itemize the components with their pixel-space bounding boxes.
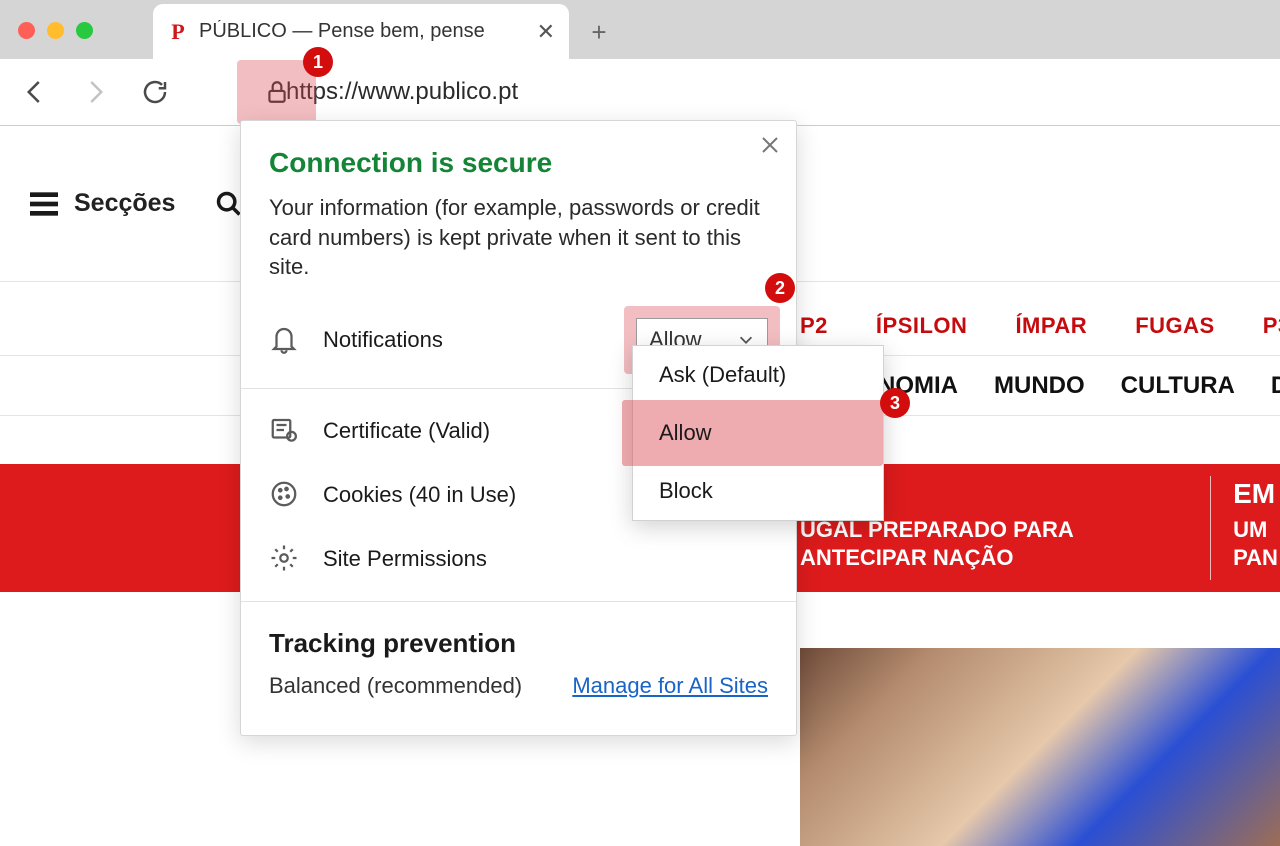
nav2-item[interactable]: CULTURA [1121, 372, 1235, 400]
dropdown-item-allow[interactable]: Allow [633, 404, 883, 462]
forward-button[interactable] [78, 75, 112, 109]
close-tab-button[interactable]: ✕ [537, 19, 555, 45]
close-icon [760, 135, 780, 155]
nav2-item[interactable]: D [1271, 372, 1280, 400]
nav1-item[interactable]: P2 [800, 313, 828, 339]
tracking-mode-label: Balanced (recommended) [269, 673, 522, 699]
callout-badge-1: 1 [303, 47, 333, 77]
gear-icon [269, 543, 301, 575]
address-bar[interactable]: https://www.publico.pt [198, 78, 1262, 106]
minimize-window-button[interactable] [47, 22, 64, 39]
lock-icon [264, 79, 290, 105]
nav2-item[interactable]: MUNDO [994, 372, 1085, 400]
popup-description: Your information (for example, passwords… [269, 193, 768, 282]
menu-label[interactable]: Secções [74, 189, 175, 218]
back-button[interactable] [18, 75, 52, 109]
cookies-label: Cookies (40 in Use) [323, 482, 516, 508]
dropdown-item-block[interactable]: Block [633, 462, 883, 520]
callout-badge-2: 2 [765, 273, 795, 303]
url-text: https://www.publico.pt [286, 78, 518, 106]
nav1-item[interactable]: ÍPSILON [876, 313, 968, 339]
dropdown-item-ask[interactable]: Ask (Default) [633, 346, 883, 404]
browser-tab[interactable]: P PÚBLICO — Pense bem, pense ✕ [153, 4, 569, 59]
new-tab-button[interactable]: + [585, 18, 613, 46]
banner-title: EM [1233, 478, 1280, 510]
close-window-button[interactable] [18, 22, 35, 39]
tab-title: PÚBLICO — Pense bem, pense [199, 20, 527, 43]
banner-body: UM PAN [1233, 516, 1280, 571]
nav1-item[interactable]: ÍMPAR [1015, 313, 1087, 339]
reload-button[interactable] [138, 75, 172, 109]
window-controls [18, 22, 93, 39]
notifications-dropdown: Ask (Default) Allow Block [632, 345, 884, 521]
nav1-item[interactable]: FUGAS [1135, 313, 1215, 339]
certificate-icon [269, 415, 301, 447]
banner-body: UGAL PREPARADO PARA ANTECIPAR NAÇÃO [800, 516, 1198, 571]
certificate-label: Certificate (Valid) [323, 418, 490, 444]
bell-icon [269, 324, 301, 356]
cookie-icon [269, 479, 301, 511]
tracking-prevention-title: Tracking prevention [241, 612, 796, 667]
maximize-window-button[interactable] [76, 22, 93, 39]
close-popup-button[interactable] [760, 135, 780, 155]
site-permissions-row[interactable]: Site Permissions [241, 527, 796, 591]
nav1-item[interactable]: P3 [1263, 313, 1280, 339]
site-permissions-label: Site Permissions [323, 546, 487, 572]
notifications-label: Notifications [323, 327, 614, 353]
tab-favicon: P [167, 21, 189, 43]
browser-toolbar: https://www.publico.pt [0, 59, 1280, 126]
hero-image [800, 648, 1280, 846]
manage-all-sites-link[interactable]: Manage for All Sites [572, 673, 768, 699]
menu-icon[interactable] [30, 192, 58, 216]
callout-badge-3: 3 [880, 388, 910, 418]
titlebar: P PÚBLICO — Pense bem, pense ✕ + [0, 0, 1280, 59]
popup-title: Connection is secure [269, 147, 768, 179]
